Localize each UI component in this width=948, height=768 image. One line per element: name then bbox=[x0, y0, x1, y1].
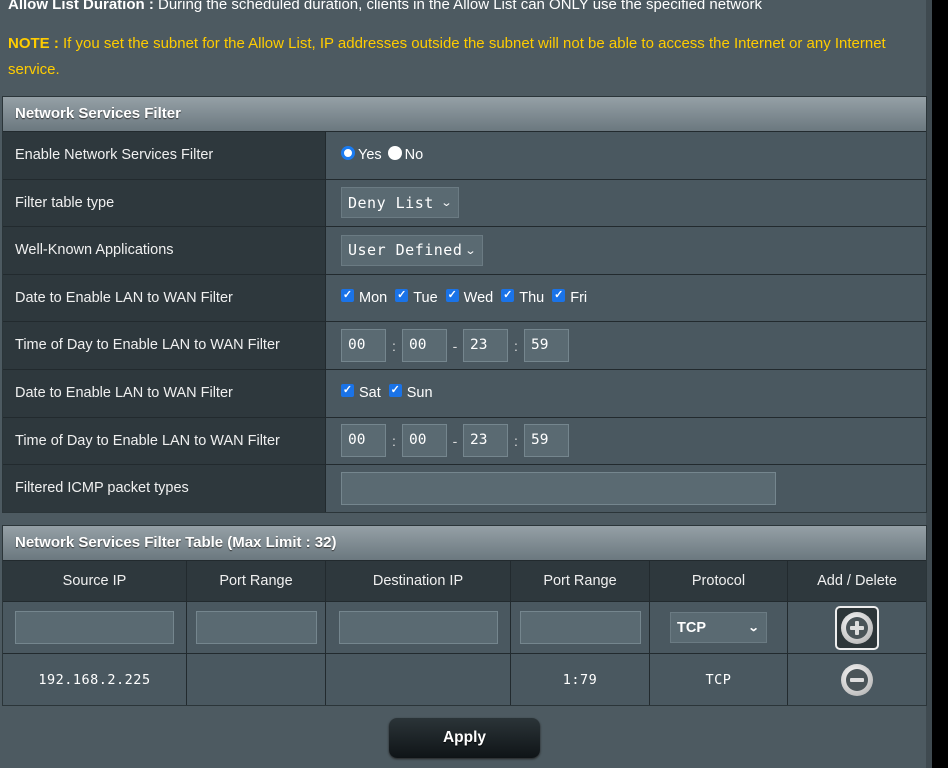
field-label: Filter table type bbox=[3, 179, 326, 227]
chevron-down-icon: ⌄ bbox=[464, 243, 478, 257]
weekday-date-row: Date to Enable LAN to WAN Filter ✓ Mon ✓ T… bbox=[3, 273, 926, 322]
destination-port-input[interactable] bbox=[519, 611, 641, 644]
filter-table-panel: Network Services Filter Table (Max Limit… bbox=[2, 525, 927, 706]
field-label: Well-Known Applications bbox=[3, 227, 326, 274]
weekday-end-hour-input[interactable]: 23 bbox=[463, 329, 508, 363]
table-row: 192.168.2.225 1:79 TCP bbox=[3, 653, 926, 705]
weekend-date-row: Date to Enable LAN to WAN Filter ✓ Sat ✓ S… bbox=[3, 368, 926, 417]
add-rule-button[interactable] bbox=[835, 605, 879, 650]
day-checkbox-thu[interactable]: ✓ Thu bbox=[501, 288, 545, 307]
day-label: Tue bbox=[413, 290, 438, 307]
well-known-apps-row: Well-Known Applications User Defined ⌄ bbox=[3, 226, 926, 274]
checkbox-checked-icon[interactable]: ✓ bbox=[341, 383, 354, 397]
network-services-filter-panel: Network Services Filter Enable Network S… bbox=[2, 96, 927, 513]
source-port-cell bbox=[187, 654, 326, 705]
note-text: NOTE : If you set the subnet for the All… bbox=[8, 31, 908, 83]
enable-yes-radio[interactable] bbox=[341, 146, 355, 161]
page-edge bbox=[932, 0, 948, 768]
weekday-start-hour-input[interactable]: 00 bbox=[341, 329, 386, 363]
filter-table-type-select[interactable]: Deny List ⌄ bbox=[341, 187, 459, 219]
column-header: Destination IP bbox=[326, 561, 511, 601]
enable-no-label[interactable]: No bbox=[405, 147, 424, 163]
weekday-end-minute-input[interactable]: 59 bbox=[524, 329, 569, 363]
allow-list-text: During the scheduled duration, clients i… bbox=[153, 0, 762, 13]
table-header: Source IP Port Range Destination IP Port… bbox=[3, 560, 926, 601]
new-rule-row: TCP ⌄ bbox=[3, 601, 926, 653]
weekend-time-row: Time of Day to Enable LAN to WAN Filter … bbox=[3, 416, 926, 465]
icmp-types-input[interactable] bbox=[341, 471, 776, 505]
destination-port-cell: 1:79 bbox=[511, 654, 650, 705]
day-checkbox-sat[interactable]: ✓ Sat bbox=[341, 383, 381, 402]
icmp-row: Filtered ICMP packet types bbox=[3, 464, 926, 512]
colon-separator: : bbox=[392, 432, 396, 449]
column-header: Add / Delete bbox=[817, 573, 897, 589]
enable-no-radio[interactable] bbox=[387, 146, 402, 161]
field-label: Filtered ICMP packet types bbox=[3, 465, 326, 512]
source-port-input[interactable] bbox=[195, 611, 317, 644]
select-value: TCP bbox=[677, 619, 706, 636]
column-header: Source IP bbox=[3, 561, 187, 601]
weekday-time-row: Time of Day to Enable LAN to WAN Filter … bbox=[3, 321, 926, 369]
plus-circle-icon bbox=[841, 611, 873, 644]
enable-filter-row: Enable Network Services Filter Yes No bbox=[3, 131, 926, 179]
delete-rule-button[interactable] bbox=[841, 663, 873, 696]
colon-separator: : bbox=[514, 432, 518, 449]
column-header: Port Range bbox=[187, 561, 326, 601]
field-label: Time of Day to Enable LAN to WAN Filter bbox=[3, 322, 326, 369]
day-label: Sat bbox=[359, 385, 381, 402]
checkbox-checked-icon[interactable]: ✓ bbox=[395, 288, 409, 302]
source-ip-input[interactable] bbox=[15, 611, 174, 644]
source-ip-cell: 192.168.2.225 bbox=[3, 654, 187, 705]
column-header: Protocol bbox=[650, 561, 788, 601]
weekend-end-hour-input[interactable]: 23 bbox=[463, 424, 508, 458]
chevron-down-icon: ⌄ bbox=[440, 196, 453, 210]
panel-title: Network Services Filter bbox=[3, 97, 926, 131]
protocol-cell: TCP bbox=[650, 654, 788, 705]
weekday-start-minute-input[interactable]: 00 bbox=[402, 329, 447, 363]
day-label: Thu bbox=[519, 290, 545, 307]
note-label: NOTE : bbox=[8, 35, 59, 52]
dash-separator: - bbox=[452, 432, 458, 449]
select-value: User Defined bbox=[348, 241, 463, 260]
allow-list-label: Allow List Duration : bbox=[8, 0, 154, 13]
day-label: Wed bbox=[463, 290, 494, 307]
day-label: Mon bbox=[359, 290, 388, 307]
checkbox-checked-icon[interactable]: ✓ bbox=[501, 288, 515, 302]
checkbox-checked-icon[interactable]: ✓ bbox=[341, 288, 354, 302]
destination-ip-cell bbox=[326, 654, 511, 705]
field-label: Enable Network Services Filter bbox=[3, 132, 326, 179]
protocol-select[interactable]: TCP ⌄ bbox=[670, 612, 767, 643]
dash-separator: - bbox=[452, 337, 458, 354]
day-checkbox-wed[interactable]: ✓ Wed bbox=[445, 288, 494, 307]
checkbox-checked-icon[interactable]: ✓ bbox=[552, 288, 566, 302]
day-checkbox-sun[interactable]: ✓ Sun bbox=[388, 383, 433, 402]
allow-list-description: Allow List Duration : During the schedul… bbox=[8, 0, 762, 18]
field-label: Date to Enable LAN to WAN Filter bbox=[3, 274, 326, 322]
colon-separator: : bbox=[514, 337, 518, 354]
column-header: Port Range bbox=[511, 561, 650, 601]
well-known-apps-select[interactable]: User Defined ⌄ bbox=[341, 234, 484, 266]
checkbox-checked-icon[interactable]: ✓ bbox=[445, 288, 459, 302]
field-label: Date to Enable LAN to WAN Filter bbox=[3, 369, 326, 417]
note-body: If you set the subnet for the Allow List… bbox=[8, 35, 886, 78]
minus-circle-icon bbox=[846, 668, 868, 691]
select-value: Deny List bbox=[348, 193, 434, 212]
day-label: Fri bbox=[570, 290, 588, 307]
weekend-end-minute-input[interactable]: 59 bbox=[524, 424, 569, 458]
colon-separator: : bbox=[392, 337, 396, 354]
filter-table-type-row: Filter table type Deny List ⌄ bbox=[3, 178, 926, 227]
enable-yes-label[interactable]: Yes bbox=[358, 147, 382, 163]
day-checkbox-mon[interactable]: ✓ Mon bbox=[341, 288, 388, 307]
weekend-start-minute-input[interactable]: 00 bbox=[402, 424, 447, 458]
apply-button[interactable]: Apply bbox=[389, 718, 540, 758]
field-label: Time of Day to Enable LAN to WAN Filter bbox=[3, 417, 326, 465]
day-checkbox-tue[interactable]: ✓ Tue bbox=[395, 288, 438, 307]
weekend-start-hour-input[interactable]: 00 bbox=[341, 424, 386, 458]
chevron-down-icon: ⌄ bbox=[747, 622, 760, 634]
day-label: Sun bbox=[406, 385, 433, 402]
checkbox-checked-icon[interactable]: ✓ bbox=[388, 383, 402, 397]
day-checkbox-fri[interactable]: ✓ Fri bbox=[552, 288, 588, 307]
destination-ip-input[interactable] bbox=[338, 611, 498, 644]
panel-title: Network Services Filter Table (Max Limit… bbox=[3, 526, 926, 560]
